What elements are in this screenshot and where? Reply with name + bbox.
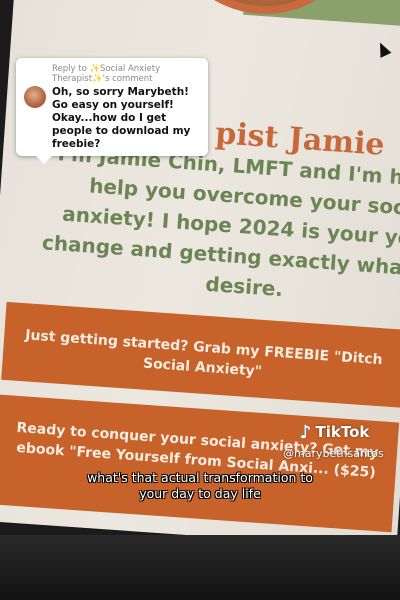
creator-handle: @marybethsantos bbox=[283, 447, 384, 460]
ebook-button[interactable]: Ready to conquer your social anxiety? Ge… bbox=[0, 394, 400, 533]
intro-text: I'm Jamie Chin, LMFT and I'm he to help … bbox=[41, 141, 400, 302]
tiktok-watermark: ♪ TikTok bbox=[300, 421, 390, 443]
video-caption: what's that actual transformation to you… bbox=[87, 470, 313, 501]
reply-comment-bubble[interactable]: Reply to ✨Social Anxiety Therapist✨'s co… bbox=[16, 58, 208, 164]
tiktok-note-icon: ♪ bbox=[300, 421, 312, 443]
monitor-bezel bbox=[0, 535, 400, 600]
freebie-button[interactable]: Just getting started? Grab my FREEBIE "D… bbox=[1, 301, 400, 408]
reply-text: Oh, so sorry Marybeth! Go easy on yourse… bbox=[52, 86, 191, 150]
reply-header: Reply to ✨Social Anxiety Therapist✨'s co… bbox=[52, 64, 161, 84]
tiktok-wordmark: TikTok bbox=[315, 423, 370, 441]
avatar bbox=[24, 86, 46, 108]
